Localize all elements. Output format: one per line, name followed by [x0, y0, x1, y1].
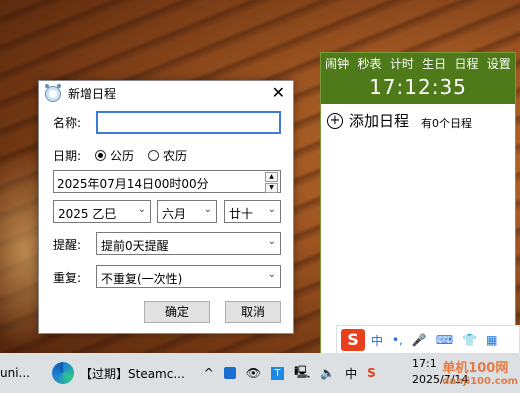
name-label: 名称:	[53, 116, 82, 130]
network-icon[interactable]: 🖳	[294, 363, 310, 384]
taskbar-left-label: uni...	[0, 366, 30, 380]
spin-up-icon[interactable]: ▲	[265, 172, 278, 182]
watermark-title: 单机100网	[442, 361, 509, 376]
clock-widget: 闹钟 秒表 计时 生日 日程 设置 17:12:35 + 添加日程 有0个日程	[320, 52, 516, 354]
ime-punct-icon[interactable]: •,	[392, 333, 403, 347]
repeat-label: 重复:	[53, 271, 82, 285]
remind-value: 提前0天提醒	[101, 239, 169, 253]
radio-lunar[interactable]: 农历	[148, 147, 187, 164]
chevron-down-icon: ⌄	[267, 204, 276, 215]
add-schedule-row: + 添加日程 有0个日程	[321, 104, 515, 137]
datetime-value: 2025年07月14日00时00分	[57, 177, 209, 191]
remind-label: 提醒:	[53, 238, 82, 252]
alarm-clock-icon	[45, 83, 61, 102]
dialog-title: 新增日程	[68, 87, 117, 101]
add-schedule-button[interactable]: 添加日程	[349, 110, 409, 131]
chevron-down-icon: ⌄	[267, 236, 276, 247]
sogou-logo-icon[interactable]: S	[341, 329, 365, 351]
tray-app-icon[interactable]	[223, 367, 236, 379]
chevron-down-icon: ⌄	[203, 204, 212, 215]
ime-lang[interactable]: 中	[371, 332, 383, 349]
month-select[interactable]: 六月 ⌄	[157, 200, 217, 223]
cancel-button[interactable]: 取消	[225, 301, 281, 323]
month-value: 六月	[162, 207, 187, 221]
watermark-url: danji100.com	[442, 376, 518, 387]
close-icon[interactable]: ✕	[272, 84, 285, 102]
date-label: 日期:	[53, 149, 82, 163]
tab-timer[interactable]: 计时	[390, 55, 414, 72]
radio-solar[interactable]: 公历	[95, 147, 134, 164]
ime-toolbar: S 中 •, 🎤 ⌨ 👕 ▦	[336, 325, 520, 355]
add-circle-icon[interactable]: +	[327, 112, 343, 129]
taskbar-item-edge[interactable]: 【过期】Steamc...	[44, 353, 185, 393]
taskbar-app-label: 【过期】Steamc...	[80, 366, 185, 381]
ok-button[interactable]: 确定	[144, 301, 210, 323]
schedule-count: 有0个日程	[421, 116, 473, 130]
edge-browser-icon	[52, 362, 74, 384]
radio-solar-label: 公历	[110, 149, 135, 163]
chevron-down-icon: ⌄	[267, 269, 276, 280]
tab-alarm[interactable]: 闹钟	[325, 55, 349, 72]
day-select[interactable]: 廿十 ⌄	[224, 200, 281, 223]
keyboard-icon[interactable]: ⌨	[436, 333, 453, 347]
tab-schedule[interactable]: 日程	[454, 55, 478, 72]
taskbar-item-left[interactable]: uni...	[0, 353, 30, 393]
datetime-picker[interactable]: 2025年07月14日00时00分 ▲ ▼	[53, 170, 281, 193]
dialog-titlebar: 新增日程 ✕	[39, 81, 293, 106]
new-schedule-dialog: 新增日程 ✕ 名称: 日期: 公历 农历 2025年07月14日00时00分 ▲…	[38, 80, 294, 334]
radio-lunar-circle	[148, 150, 160, 161]
day-value: 廿十	[229, 207, 254, 221]
microphone-icon[interactable]: 🎤	[412, 333, 427, 347]
widget-tabs: 闹钟 秒表 计时 生日 日程 设置	[321, 53, 515, 73]
watermark: 单机100网 danji100.com	[442, 357, 518, 387]
skin-shirt-icon[interactable]: 👕	[462, 333, 477, 347]
tray-chevron-icon[interactable]: ^	[204, 366, 214, 380]
tray-t-icon[interactable]: T	[271, 366, 285, 380]
tray-eye-icon[interactable]: 👁	[246, 366, 261, 380]
ime-grid-icon[interactable]: ▦	[486, 333, 497, 347]
name-input[interactable]	[96, 111, 281, 134]
widget-clock: 17:12:35	[321, 73, 515, 104]
tray-lang[interactable]: 中	[345, 365, 357, 382]
tray-sogou-icon[interactable]: S	[367, 366, 376, 380]
date-row: 日期: 公历 农历	[53, 147, 201, 164]
radio-lunar-label: 农历	[163, 149, 188, 163]
system-tray: ^ 👁 T 🖳 🔈 中 S	[199, 363, 381, 384]
spin-down-icon[interactable]: ▼	[265, 183, 278, 193]
year-select[interactable]: 2025 乙巳 ⌄	[53, 200, 151, 223]
year-value: 2025 乙巳	[58, 207, 117, 221]
tab-birthday[interactable]: 生日	[422, 55, 446, 72]
remind-row: 提醒:	[53, 236, 95, 253]
tab-stopwatch[interactable]: 秒表	[357, 55, 381, 72]
remind-select[interactable]: 提前0天提醒 ⌄	[96, 232, 281, 255]
volume-icon[interactable]: 🔈	[320, 366, 335, 380]
name-row: 名称:	[53, 114, 95, 131]
radio-solar-circle	[95, 150, 106, 161]
repeat-row: 重复:	[53, 269, 95, 286]
repeat-select[interactable]: 不重复(一次性) ⌄	[96, 265, 281, 288]
datetime-spinner[interactable]: ▲ ▼	[265, 172, 278, 193]
chevron-down-icon: ⌄	[137, 204, 146, 215]
repeat-value: 不重复(一次性)	[101, 272, 183, 286]
tab-settings[interactable]: 设置	[487, 55, 511, 72]
